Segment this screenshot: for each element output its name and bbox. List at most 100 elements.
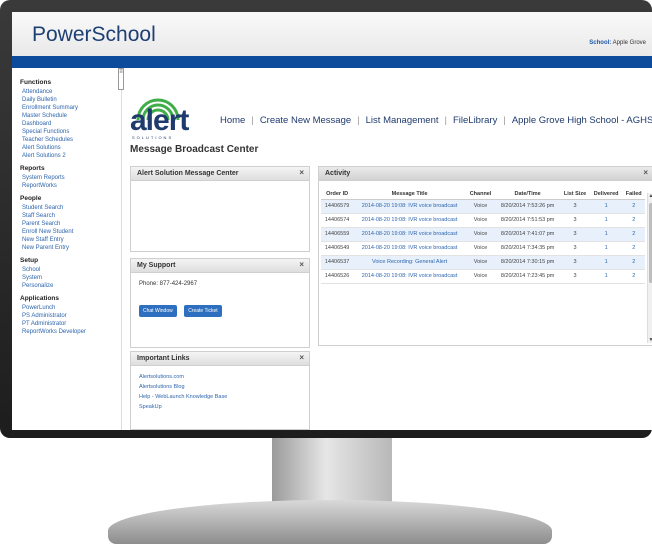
important-link[interactable]: Alertsolutions Blog [131,384,309,394]
sidebar-link[interactable]: School [20,266,121,274]
cell-order-id: 14406526 [321,269,354,284]
sidebar-heading: People [20,195,42,202]
cell-title[interactable]: 2014-08-20 19:08: IVR voice broadcast [353,199,466,214]
chat-window-button[interactable]: Chat Window [139,305,177,317]
sidebar-link[interactable]: New Parent Entry [20,244,121,252]
sidebar-link[interactable]: Daily Bulletin [20,96,121,104]
sidebar-link[interactable]: Parent Search [20,220,121,228]
panel-title: Alert Solution Message Center × [131,167,309,181]
sidebar-link[interactable]: Attendance [20,88,121,96]
cell-order-id: 14406559 [321,227,354,242]
monitor-bezel: PowerSchool School: Apple Grove Function… [0,0,652,438]
important-link[interactable]: Help - WebLaunch Knowledge Base [131,394,309,404]
cell-failed[interactable]: 2 [622,199,645,214]
create-ticket-button[interactable]: Create Ticket [184,305,222,317]
cell-delivered[interactable]: 1 [589,199,623,214]
cell-title[interactable]: 2014-08-20 19:08: IVR voice broadcast [353,241,466,256]
close-icon[interactable]: × [299,260,304,269]
school-indicator: School: Apple Grove [589,40,646,46]
cell-title[interactable]: 2014-08-20 19:08: IVR voice broadcast [353,227,466,242]
top-nav-link[interactable]: Create New Message [260,115,351,126]
close-icon[interactable]: × [299,168,304,177]
scroll-up-icon[interactable]: ▲ [648,193,652,199]
table-row[interactable]: 14406526 2014-08-20 19:08: IVR voice broa… [321,269,645,284]
table-row[interactable]: 14406579 2014-08-20 19:08: IVR voice broa… [321,199,645,214]
top-nav-link[interactable]: Apple Grove High School - AGHS30563 - [512,115,652,126]
powerschool-logo[interactable]: PowerSchool [32,23,156,47]
cell-delivered[interactable]: 1 [589,241,623,256]
top-nav-link[interactable]: List Management [366,115,439,126]
sidebar-link[interactable]: PS Administrator [20,312,121,320]
close-icon[interactable]: × [643,168,648,177]
sidebar-link[interactable]: Alert Solutions [20,144,121,152]
important-link[interactable]: Alertsolutions.com [131,374,309,384]
table-row[interactable]: 14406537 Voice Recording: General Alert Vo… [321,255,645,270]
column-header[interactable]: Channel [466,189,496,200]
column-header[interactable]: Failed [622,189,645,200]
table-row[interactable]: 14406549 2014-08-20 19:08: IVR voice broa… [321,241,645,256]
cell-delivered[interactable]: 1 [589,255,623,270]
cell-order-id: 14406574 [321,213,354,228]
column-header[interactable]: Delivered [589,189,623,200]
column-header[interactable]: Message Title [353,189,466,200]
sidebar-link[interactable]: Staff Search [20,212,121,220]
cell-list-size: 3 [560,255,590,270]
support-buttons: Chat Window Create Ticket [131,287,309,317]
cell-channel: Voice [466,199,496,214]
main-content: alert SOLUTIONS Home | Create New Message |… [124,68,652,430]
sidebar-link[interactable]: Master Schedule [20,112,121,120]
scroll-down-icon[interactable]: ▼ [648,337,652,343]
app-header: PowerSchool School: Apple Grove [12,12,652,56]
sidebar-link[interactable]: Personalize [20,282,121,290]
support-panel: My Support × Phone: 877-424-2967 Chat Wi… [130,258,310,348]
sidebar-link[interactable]: PowerLunch [20,304,121,312]
sidebar-link[interactable]: New Staff Entry [20,236,121,244]
sidebar-link[interactable]: PT Administrator [20,320,121,328]
top-nav-link[interactable]: FileLibrary [453,115,497,126]
sidebar-link[interactable]: Enrollment Summary [20,104,121,112]
activity-title: Activity [325,170,351,177]
cell-title[interactable]: 2014-08-20 19:08: IVR voice broadcast [353,269,466,284]
sidebar-link[interactable]: Dashboard [20,120,121,128]
cell-title[interactable]: 2014-08-20 19:08: IVR voice broadcast [353,213,466,228]
sidebar-link[interactable]: Teacher Schedules [20,136,121,144]
cell-list-size: 3 [560,199,590,214]
table-body: 14406579 2014-08-20 19:08: IVR voice broa… [321,199,645,284]
panel-title: Important Links × [131,352,309,366]
sidebar-link[interactable]: System [20,274,121,282]
cell-title[interactable]: Voice Recording: General Alert [353,255,466,270]
sidebar-link[interactable]: Student Search [20,204,121,212]
cell-delivered[interactable]: 1 [589,269,623,284]
cell-failed[interactable]: 2 [622,227,645,242]
table-row[interactable]: 14406559 2014-08-20 19:08: IVR voice broa… [321,227,645,242]
sidebar-link[interactable]: ReportWorks [20,182,121,190]
top-nav-link[interactable]: Home [220,115,245,126]
cell-delivered[interactable]: 1 [589,227,623,242]
column-header[interactable]: Date/Time [495,189,561,200]
activity-scrollbar[interactable]: ▲ ▼ [647,193,652,343]
table-row[interactable]: 14406574 2014-08-20 19:08: IVR voice broa… [321,213,645,228]
cell-datetime: 8/20/2014 7:30:15 pm [495,255,561,270]
sidebar-link[interactable]: Alert Solutions 2 [20,152,121,160]
sidebar-link[interactable]: ReportWorks Developer [20,328,121,336]
cell-order-id: 14406549 [321,241,354,256]
cell-failed[interactable]: 2 [622,241,645,256]
sidebar-link[interactable]: Enroll New Student [20,228,121,236]
cell-failed[interactable]: 2 [622,213,645,228]
sidebar-link[interactable]: Special Functions [20,128,121,136]
nav-separator: | [251,115,254,126]
sidebar-link[interactable]: System Reports [20,174,121,182]
column-header[interactable]: List Size [560,189,590,200]
panel-title: My Support × [131,259,309,273]
important-link[interactable]: SpeakUp [131,404,309,414]
sidebar-heading: Reports [20,165,45,172]
nav-separator: | [357,115,360,126]
support-title: My Support [137,262,176,269]
cell-delivered[interactable]: 1 [589,213,623,228]
column-header[interactable]: Order ID [321,189,354,200]
close-icon[interactable]: × [299,353,304,362]
sidebar-heading: Functions [20,79,52,86]
cell-failed[interactable]: 2 [622,269,645,284]
panel-title: Activity × [319,167,652,181]
cell-failed[interactable]: 2 [622,255,645,270]
